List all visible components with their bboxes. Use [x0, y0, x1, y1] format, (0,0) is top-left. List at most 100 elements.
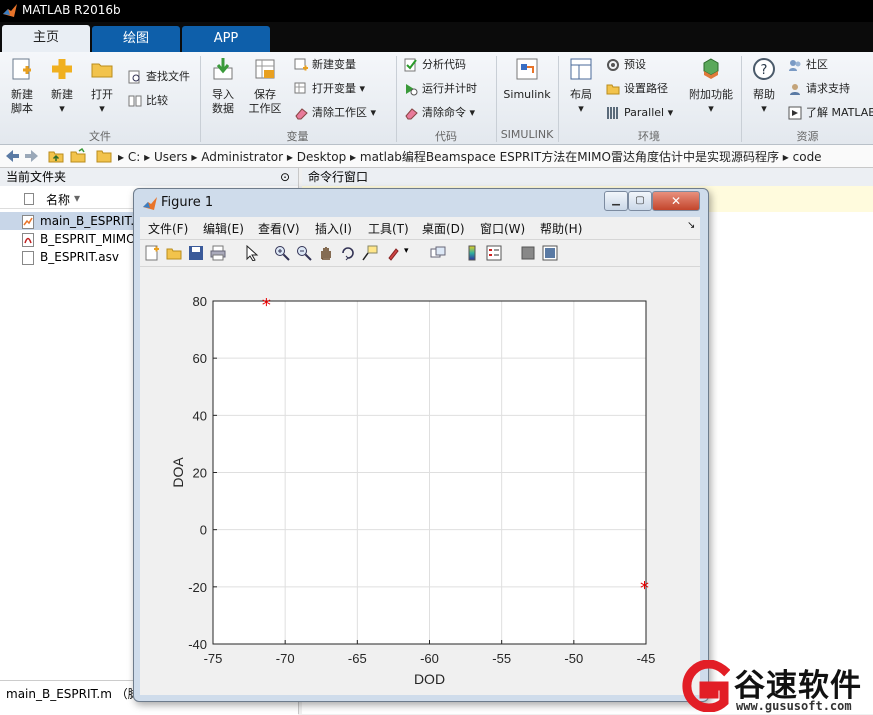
menu-view[interactable]: 查看(V) [258, 220, 300, 237]
y-tick-label: 20 [193, 466, 207, 481]
watermark: 谷速软件 www.gususoft.com [674, 656, 873, 714]
data-cursor-icon[interactable] [362, 245, 378, 261]
pointer-arrow-icon[interactable] [244, 245, 260, 261]
command-window-header: 命令行窗口 [302, 168, 873, 186]
minimize-button[interactable]: ▁ [604, 191, 628, 211]
name-column-label: 名称 [46, 193, 71, 207]
legend-icon[interactable] [486, 245, 502, 261]
learn-matlab-button[interactable]: 了解 MATLAB [788, 104, 873, 122]
menu-tools[interactable]: 工具(T) [368, 220, 409, 237]
tab-apps[interactable]: APP [182, 26, 270, 52]
brush-icon[interactable] [386, 245, 402, 261]
y-tick-label: 40 [193, 408, 207, 423]
file-details-text: main_B_ESPRIT.m （脚本 [6, 687, 152, 701]
show-plot-tools-icon[interactable] [542, 245, 558, 261]
menu-window[interactable]: 窗口(W) [480, 220, 525, 237]
new-script-button[interactable]: 新建 脚本 [6, 56, 38, 116]
menu-help[interactable]: 帮助(H) [540, 220, 582, 237]
panel-menu-chevron-icon[interactable]: ⊙ [280, 168, 290, 186]
new-variable-button[interactable]: 新建变量 [294, 56, 356, 74]
open-variable-button[interactable]: 打开变量 ▾ [294, 80, 365, 98]
file-item[interactable]: B_ESPRIT.asv [22, 248, 119, 266]
blank-file-icon [24, 193, 34, 205]
menu-file[interactable]: 文件(F) [148, 220, 188, 237]
rotate-3d-icon[interactable] [340, 245, 356, 261]
new-button[interactable]: 新建 ▾ [46, 56, 78, 116]
zoom-out-icon[interactable] [296, 245, 312, 261]
open-file-icon[interactable] [166, 245, 182, 261]
zoom-in-icon[interactable] [274, 245, 290, 261]
menu-edit[interactable]: 编辑(E) [203, 220, 244, 237]
set-path-button[interactable]: 设置路径 [606, 80, 668, 98]
parallel-button[interactable]: Parallel ▾ [606, 104, 673, 122]
blank-file-icon [22, 250, 34, 265]
preferences-button[interactable]: 预设 [606, 56, 646, 74]
import-data-button[interactable]: 导入 数据 [206, 56, 240, 116]
new-variable-icon [294, 58, 308, 71]
import-data-icon [213, 58, 233, 80]
x-tick-label: -50 [564, 651, 583, 666]
variable-group-label: 变量 [286, 130, 309, 143]
run-and-time-button[interactable]: 运行并计时 [404, 80, 477, 98]
find-files-icon [128, 70, 140, 84]
hide-plot-tools-icon[interactable] [520, 245, 536, 261]
file-item[interactable]: B_ESPRIT_MIMO [22, 230, 136, 248]
new-figure-icon[interactable] [144, 245, 160, 261]
ribbon-toolbar: 新建 脚本 新建 ▾ 打开 ▾ 查找文件 比较 文件 导入 数据 保存 工作区 … [0, 52, 873, 145]
figure-window[interactable]: Figure 1 ▁ ▢ ✕ 文件(F) 编辑(E) 查看(V) 插入(I) 工… [133, 188, 709, 702]
x-tick-label: -75 [204, 651, 223, 666]
up-folder-icon[interactable] [48, 148, 64, 164]
data-point-marker: * [640, 578, 649, 599]
command-window-title: 命令行窗口 [308, 170, 369, 184]
breadcrumb-item[interactable]: code [793, 150, 822, 164]
clear-workspace-button[interactable]: 清除工作区 ▾ [294, 104, 376, 122]
matlab-logo-icon [143, 197, 157, 210]
open-button[interactable]: 打开 ▾ [86, 56, 118, 116]
maximize-button[interactable]: ▢ [628, 191, 652, 211]
tab-home[interactable]: 主页 [2, 25, 90, 53]
save-icon[interactable] [188, 245, 204, 261]
browse-folder-icon[interactable] [70, 148, 86, 164]
breadcrumb-item[interactable]: Administrator [201, 150, 283, 164]
simulink-icon [516, 58, 538, 80]
x-axis-label: DOD [414, 671, 445, 687]
save-workspace-button[interactable]: 保存 工作区 [246, 56, 284, 116]
file-group-label: 文件 [89, 130, 111, 143]
ribbon-tab-strip: 主页 绘图 APP [0, 22, 873, 53]
compare-button[interactable]: 比较 [128, 92, 168, 110]
breadcrumb-separator: ▸ [118, 150, 128, 164]
x-tick-label: -60 [420, 651, 439, 666]
simulink-button[interactable]: Simulink [502, 56, 552, 102]
link-plot-icon[interactable] [430, 245, 446, 261]
menu-insert[interactable]: 插入(I) [315, 220, 352, 237]
colorbar-icon[interactable] [464, 245, 480, 261]
close-button[interactable]: ✕ [652, 191, 700, 211]
tab-plots[interactable]: 绘图 [92, 26, 180, 52]
data-point-marker: * [262, 295, 271, 316]
new-script-icon [12, 58, 31, 80]
analyze-code-button[interactable]: 分析代码 [404, 56, 466, 74]
breadcrumb-item[interactable]: Desktop [297, 150, 347, 164]
breadcrumb-separator: ▸ [350, 150, 360, 164]
scatter-chart[interactable]: -75 -70 -65 -60 -55 -50 -45 80 60 40 20 0 -20 -40 DOD D… [140, 267, 700, 695]
menu-desktop[interactable]: 桌面(D) [422, 220, 465, 237]
breadcrumb-item[interactable]: matlab编程Beamspace ESPRIT方法在MIMO雷达角度估计中是实… [360, 150, 779, 164]
breadcrumb-item[interactable]: C: [128, 150, 140, 164]
print-icon[interactable] [210, 245, 226, 261]
dock-arrow-icon[interactable]: ↘ [687, 220, 695, 231]
community-button[interactable]: 社区 [788, 56, 828, 74]
layout-button[interactable]: 布局 ▾ [564, 56, 598, 116]
forward-arrow-icon[interactable] [24, 148, 40, 164]
find-files-button[interactable]: 查找文件 [128, 68, 190, 86]
clear-commands-button[interactable]: 清除命令 ▾ [404, 104, 475, 122]
help-button[interactable]: ? 帮助 ▾ [748, 56, 780, 116]
back-arrow-icon[interactable] [4, 148, 20, 164]
request-support-button[interactable]: 请求支持 [788, 80, 850, 98]
addons-button[interactable]: 附加功能 ▾ [686, 56, 736, 116]
y-tick-label: 0 [200, 523, 207, 538]
pan-hand-icon[interactable] [318, 245, 334, 261]
resources-group-label: 资源 [796, 130, 819, 143]
breadcrumb-item[interactable]: Users [154, 150, 188, 164]
y-tick-label: -40 [188, 637, 207, 652]
brush-chevron-down-icon[interactable]: ▾ [404, 246, 409, 256]
